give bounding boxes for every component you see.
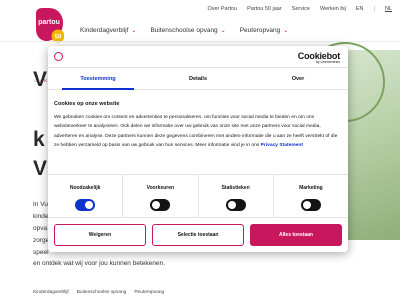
cookie-content: Cookies op onze website We gebruiken coo…: [54, 101, 340, 151]
privacy-statement-link[interactable]: Privacy Statement: [261, 143, 303, 148]
cookie-toggles: Noodzakelijk Voorkeuren Statistieken Mar…: [48, 174, 348, 218]
toggle-noodzakelijk: Noodzakelijk: [48, 175, 124, 217]
toggle-knob: [85, 201, 94, 209]
cookie-heading: Cookies op onze website: [54, 101, 120, 107]
tab-details[interactable]: Details: [148, 68, 248, 89]
toggle-switch-noodzakelijk[interactable]: [75, 199, 96, 211]
toggle-knob: [152, 201, 161, 209]
toggle-voorkeuren: Voorkeuren: [123, 175, 199, 217]
toggle-knob: [227, 201, 236, 209]
toggle-label: Statistieken: [221, 185, 250, 191]
allow-selection-button[interactable]: Selectie toestaan: [152, 224, 244, 246]
allow-all-button[interactable]: Alles toestaan: [250, 224, 342, 246]
toggle-label: Noodzakelijk: [69, 185, 101, 191]
toggle-switch-marketing[interactable]: [300, 199, 321, 211]
toggle-label: Marketing: [299, 185, 323, 191]
cookie-dialog: Cookiebot by Usercentrics Toestemming De…: [48, 46, 348, 252]
deny-button[interactable]: Weigeren: [54, 224, 146, 246]
tab-over[interactable]: Over: [248, 68, 348, 89]
cookie-text: We gebruiken cookies om content en adver…: [54, 113, 340, 151]
cookie-tabs: Toestemming Details Over: [48, 68, 348, 90]
site-logo-icon: [54, 52, 63, 61]
toggle-switch-statistieken[interactable]: [225, 199, 246, 211]
toggle-knob: [302, 201, 311, 209]
cookie-buttons: Weigeren Selectie toestaan Alles toestaa…: [54, 224, 342, 246]
tab-toestemming[interactable]: Toestemming: [48, 68, 148, 90]
toggle-statistieken: Statistieken: [199, 175, 274, 217]
toggle-marketing: Marketing: [274, 175, 348, 217]
toggle-switch-voorkeuren[interactable]: [150, 199, 171, 211]
cookie-dialog-header: Cookiebot by Usercentrics: [48, 46, 348, 68]
cookiebot-logo: Cookiebot by Usercentrics: [298, 51, 340, 64]
toggle-label: Voorkeuren: [146, 185, 175, 191]
